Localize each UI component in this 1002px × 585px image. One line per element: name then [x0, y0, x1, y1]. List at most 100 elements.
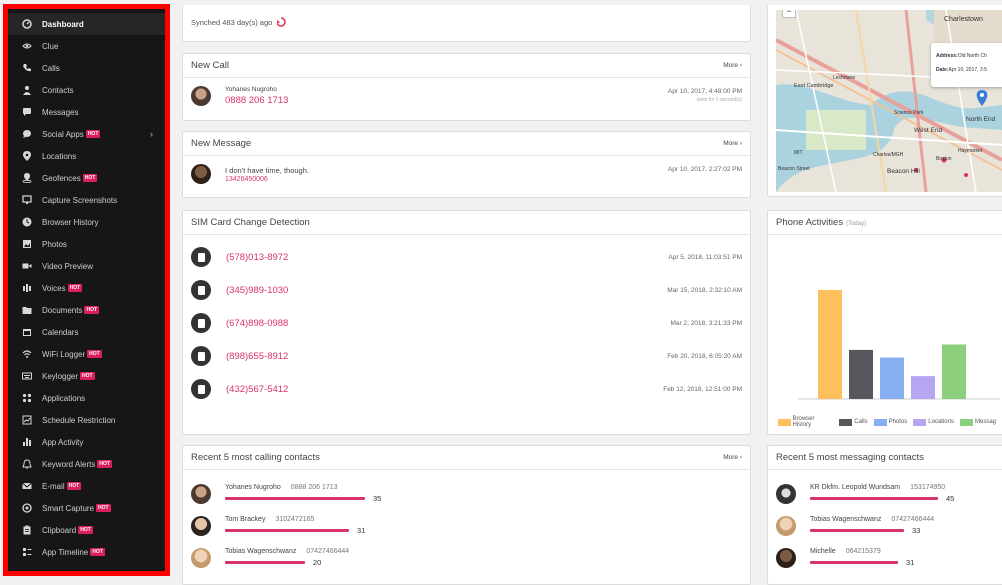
contact-row[interactable]: Michelle 064215379 31 [776, 548, 914, 568]
message-number[interactable]: 13426450006 [225, 176, 309, 183]
sidebar-item-app-activity[interactable]: App Activity [8, 431, 165, 453]
sidebar-item-capture-screenshots[interactable]: Capture Screenshots [8, 189, 165, 211]
phone-activities-panel: Phone Activities (Today) [767, 210, 1002, 435]
sim-change-panel: SIM Card Change Detection (578)013-8972 A… [182, 210, 751, 435]
hot-badge: HOT [84, 306, 100, 314]
chart-bar[interactable] [818, 289, 842, 399]
sim-number[interactable]: (898)655-8912 [226, 351, 667, 362]
sidebar-item-documents[interactable]: Documents HOT [8, 299, 165, 321]
sidebar-item-app-timeline[interactable]: App Timeline HOT [8, 541, 165, 563]
map-label: Boston [936, 156, 952, 162]
contact-count-bar [810, 561, 898, 564]
sidebar-item-label: Smart Capture [42, 503, 95, 513]
legend-label: Calls [854, 419, 868, 425]
contact-count-bar [225, 529, 349, 532]
sidebar-item-schedule-restriction[interactable]: Schedule Restriction [8, 409, 165, 431]
sidebar-item-label: WiFi Logger [42, 349, 86, 359]
sidebar-item-browser-history[interactable]: Browser History [8, 211, 165, 233]
sidebar-item-label: App Timeline [42, 547, 89, 557]
legend-item[interactable]: Photos [873, 416, 907, 428]
sidebar-item-label: Clue [42, 41, 59, 51]
sim-card-icon [191, 346, 211, 366]
contact-row[interactable]: Tobias Wagenschwanz 07427466444 20 [191, 548, 349, 568]
location-map[interactable]: − Charlestown East Cambridge Lechmere Sc… [776, 10, 1002, 192]
geofence-icon [22, 173, 32, 183]
message-date: Apr 10, 2017, 2:27:02 PM [667, 166, 742, 173]
chart-bar[interactable] [880, 357, 904, 399]
legend-swatch [959, 418, 973, 426]
sim-date: Apr 5, 2018, 11:03:51 PM [668, 253, 742, 261]
sim-number[interactable]: (674)898-0988 [226, 318, 670, 329]
sidebar-item-clue[interactable]: Clue [8, 35, 165, 57]
sidebar-item-calls[interactable]: Calls [8, 57, 165, 79]
contact-count: 31 [906, 558, 915, 567]
sidebar-item-smart-capture[interactable]: Smart Capture HOT [8, 497, 165, 519]
sidebar-item-e-mail[interactable]: E-mail HOT [8, 475, 165, 497]
call-duration: lasts for 0 second(s) [696, 97, 742, 103]
legend-swatch [913, 418, 927, 426]
sidebar-item-label: Contacts [42, 85, 74, 95]
sidebar-menu: Dashboard Clue Calls Contacts Messages Social… [8, 9, 165, 563]
sidebar-item-label: Browser History [42, 217, 99, 227]
contact-row[interactable]: Yohanes Nugroho 0888 206 1713 35 [191, 484, 381, 504]
activities-bar-chart [798, 289, 1000, 400]
avatar [776, 484, 796, 504]
more-link[interactable]: More › [723, 62, 742, 69]
bar-chart-icon [22, 437, 32, 447]
caller-number[interactable]: 0888 206 1713 [225, 95, 288, 106]
chart-bar[interactable] [911, 376, 935, 399]
map-label: Science Park [894, 110, 924, 116]
map-label: MIT [794, 150, 803, 156]
legend-swatch [778, 418, 791, 426]
legend-item[interactable]: Browser History [778, 416, 833, 428]
map-popup: Address:Old North Ch Date:Apr 10, 2017, … [931, 43, 1002, 87]
contact-row[interactable]: KR Dkfm. Leopold Wundsam 153174950 45 [776, 484, 954, 504]
sidebar-item-label: Video Preview [42, 261, 93, 271]
sidebar-item-calendars[interactable]: Calendars [8, 321, 165, 343]
zoom-out-button[interactable]: − [782, 10, 796, 18]
contact-count: 20 [313, 558, 322, 567]
calling-header: Recent 5 most calling contacts More › [183, 446, 750, 470]
legend-label: Browser History [792, 416, 815, 428]
sidebar-item-photos[interactable]: Photos [8, 233, 165, 255]
panel-title: SIM Card Change Detection [191, 217, 310, 228]
sidebar-item-wifi-logger[interactable]: WiFi Logger HOT [8, 343, 165, 365]
avatar [776, 548, 796, 568]
chart-bar[interactable] [942, 344, 966, 399]
sidebar-item-label: Voices [42, 283, 66, 293]
legend-item[interactable]: Calls [839, 416, 868, 428]
sidebar-item-messages[interactable]: Messages [8, 101, 165, 123]
contact-number: 064215379 [845, 548, 881, 555]
sim-number[interactable]: (345)989-1030 [226, 285, 667, 296]
contact-row[interactable]: Tobias Wagenschwanz 07427466444 33 [776, 516, 934, 536]
sidebar-item-keylogger[interactable]: Keylogger HOT [8, 365, 165, 387]
sidebar-item-keyword-alerts[interactable]: Keyword Alerts HOT [8, 453, 165, 475]
sidebar-item-clipboard[interactable]: Clipboard HOT [8, 519, 165, 541]
sidebar-item-dashboard[interactable]: Dashboard [8, 13, 165, 35]
sidebar-item-label: E-mail [42, 481, 65, 491]
contact-name: Tom Brackey [225, 516, 266, 523]
dashboard-icon [22, 19, 32, 29]
timeline-icon [22, 547, 32, 557]
sidebar-item-label: Messages [42, 107, 79, 117]
chart-bar[interactable] [849, 349, 873, 399]
sidebar: Dashboard Clue Calls Contacts Messages Social… [3, 4, 170, 576]
sidebar-item-label: Dashboard [42, 19, 84, 29]
sidebar-item-applications[interactable]: Applications [8, 387, 165, 409]
more-link[interactable]: More › [723, 140, 742, 147]
sidebar-item-video-preview[interactable]: Video Preview [8, 255, 165, 277]
sim-number[interactable]: (578)013-8972 [226, 252, 668, 263]
contact-row[interactable]: Tom Brackey 3102472165 31 [191, 516, 365, 536]
legend-item[interactable]: Locations [913, 416, 954, 428]
sidebar-item-contacts[interactable]: Contacts [8, 79, 165, 101]
legend-item[interactable]: Messag [959, 416, 996, 428]
sidebar-item-social-apps[interactable]: Social Apps HOT › [8, 123, 165, 145]
refresh-icon[interactable] [276, 17, 287, 27]
contact-count: 45 [946, 494, 955, 503]
more-link[interactable]: More › [723, 454, 742, 461]
sim-number[interactable]: (432)567-5412 [226, 384, 663, 395]
sidebar-item-geofences[interactable]: Geofences HOT [8, 167, 165, 189]
sidebar-item-voices[interactable]: Voices HOT [8, 277, 165, 299]
clipboard-icon [22, 525, 32, 535]
sidebar-item-locations[interactable]: Locations [8, 145, 165, 167]
